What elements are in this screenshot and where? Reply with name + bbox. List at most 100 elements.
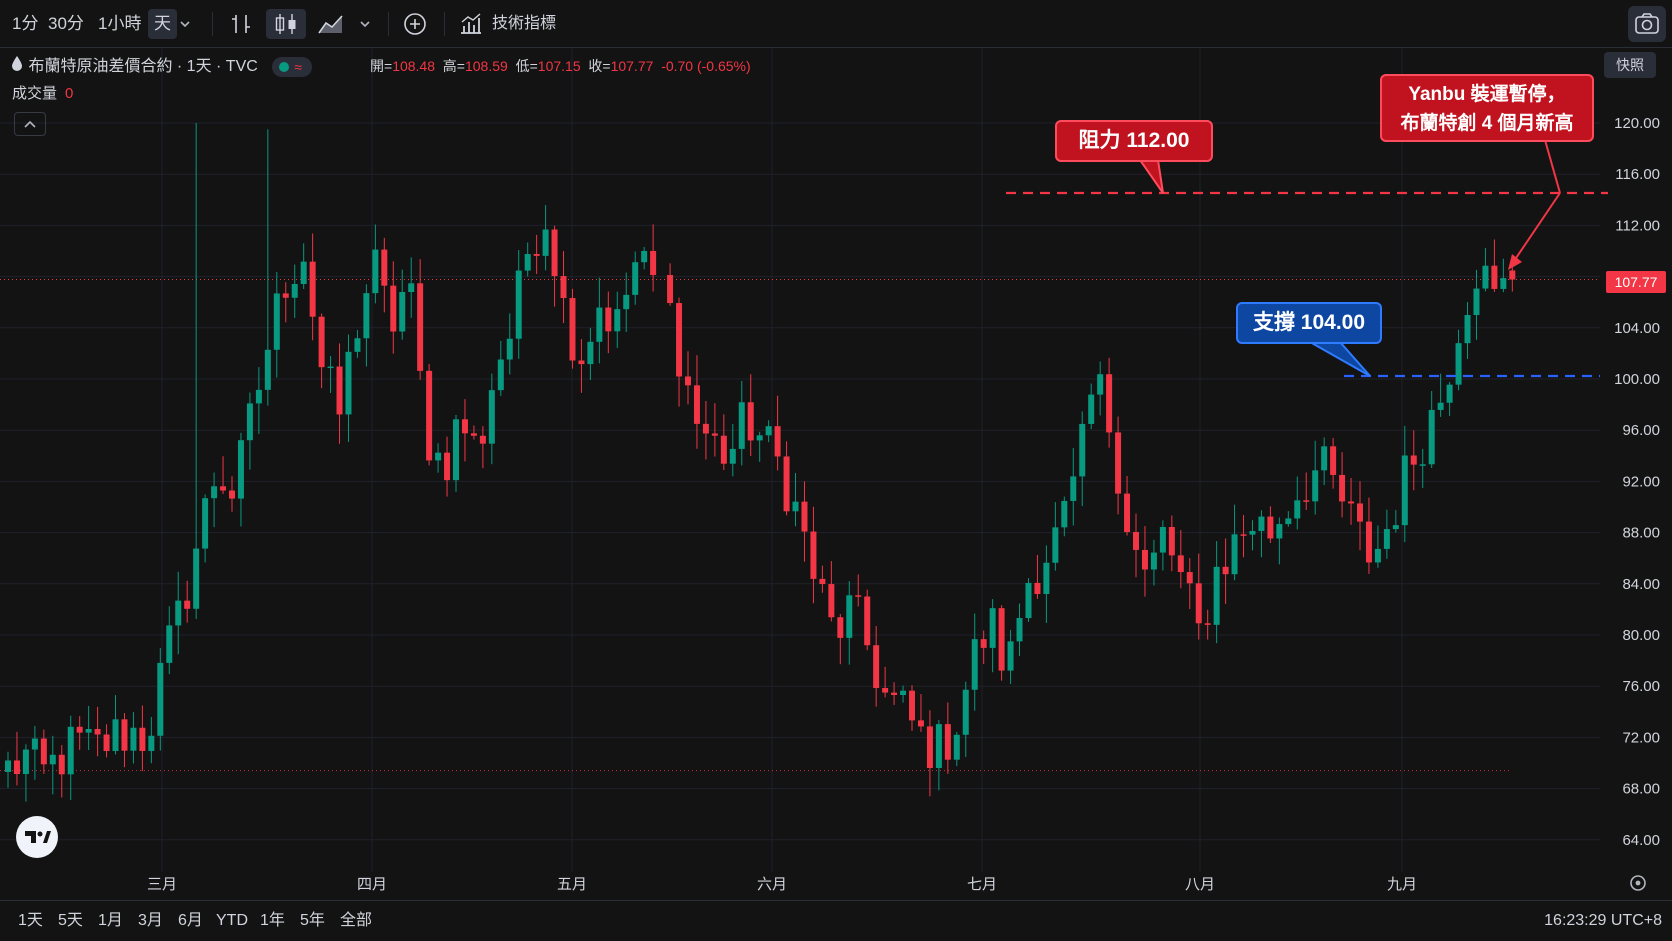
candle-body (1339, 474, 1346, 502)
candle-body (1482, 265, 1489, 289)
candle-body (864, 596, 871, 646)
candlestick-series (5, 123, 1516, 802)
indicators-button[interactable]: 技術指標 (486, 9, 562, 39)
range-5d-button[interactable]: 5天 (58, 911, 83, 931)
candle-body (1401, 455, 1408, 526)
bar-chart-type-icon[interactable] (224, 9, 258, 39)
candle-body (720, 435, 727, 464)
candle-body (1141, 549, 1148, 570)
candle-body (121, 719, 128, 751)
range-all-button[interactable]: 全部 (340, 911, 372, 931)
range-1y-button[interactable]: 1年 (260, 911, 285, 931)
range-6m-button[interactable]: 6月 (178, 911, 203, 931)
candle-body (372, 249, 379, 294)
candle-body (1437, 402, 1444, 410)
candle-body (971, 639, 978, 690)
candle-body (1258, 516, 1265, 531)
candle-body (944, 724, 951, 760)
candle-body (166, 625, 173, 663)
candle-body (1491, 265, 1498, 289)
news-callout-line-1: Yanbu 裝運暫停， (1408, 84, 1566, 105)
volume-legend: 成交量 0 (12, 84, 73, 104)
resistance-callout-pointer (1138, 159, 1164, 194)
candle-body (1240, 534, 1247, 536)
interval-30m-button[interactable]: 30分 (42, 9, 90, 39)
candle-body (542, 229, 549, 256)
candle-body (1016, 618, 1023, 642)
support-callout[interactable]: 支撐 104.00 (1236, 302, 1382, 344)
price-tick-label: 84.00 (1622, 576, 1660, 593)
candle-body (264, 349, 271, 390)
candle-body (479, 435, 486, 444)
candle-body (1070, 476, 1077, 501)
news-arrow-stem (1544, 139, 1561, 194)
chart-type-dropdown-chevron-icon[interactable] (354, 9, 376, 39)
candle-body (891, 692, 898, 696)
utc-clock[interactable]: 16:23:29 UTC+8 (1544, 911, 1662, 931)
axis-settings-gear-icon[interactable] (1630, 875, 1646, 891)
news-callout[interactable]: Yanbu 裝運暫停， 布蘭特創 4 個月新高 (1380, 74, 1594, 142)
volume-label[interactable]: 成交量 (12, 85, 57, 102)
interval-1d-button[interactable]: 天 (148, 9, 177, 39)
price-chart[interactable]: 64.00 68.00 72.00 76.00 80.00 84.00 88.00 92.00… (0, 48, 1672, 900)
range-ytd-button[interactable]: YTD (216, 911, 248, 931)
news-arrow-head (1508, 254, 1522, 270)
candle-body (873, 645, 880, 689)
candle-body (139, 727, 146, 751)
candle-body (632, 262, 639, 295)
last-price-tag: 107.77 (1606, 271, 1666, 293)
interval-dropdown-chevron-icon[interactable] (174, 9, 196, 39)
candle-body (1177, 555, 1184, 573)
candle-body (1348, 501, 1355, 504)
snapshot-button[interactable]: 快照 (1604, 52, 1656, 78)
range-5y-button[interactable]: 5年 (300, 911, 325, 931)
candle-body (1097, 374, 1104, 395)
candle-body (1043, 562, 1050, 594)
symbol-title[interactable]: 布蘭特原油差價合約 · 1天 · TVC (28, 58, 257, 75)
gear-hub (1635, 880, 1641, 886)
interval-1m-button[interactable]: 1分 (6, 9, 44, 39)
price-axis[interactable]: 64.00 68.00 72.00 76.00 80.00 84.00 88.00 92.00… (1614, 115, 1660, 849)
candle-body (962, 689, 969, 735)
candle-body (1285, 518, 1292, 525)
collapse-legend-button[interactable] (14, 112, 46, 136)
camera-icon[interactable] (1628, 6, 1666, 42)
candlestick-chart-type-icon[interactable] (266, 9, 306, 39)
candle-body (551, 229, 558, 277)
candle-body (1509, 270, 1516, 280)
candle-body (614, 309, 621, 332)
candle-body (327, 366, 334, 369)
candle-body (1115, 432, 1122, 494)
candle-body (130, 727, 137, 751)
range-3m-button[interactable]: 3月 (138, 911, 163, 931)
top-toolbar: 1分 30分 1小時 天 技術指標 (0, 0, 1672, 48)
candle-body (711, 433, 718, 436)
market-status-badge[interactable]: ≈ (272, 57, 313, 77)
close-label: 收= (588, 58, 611, 74)
candle-body (202, 498, 209, 549)
candle-body (693, 385, 700, 424)
candle-body (488, 390, 495, 444)
add-comparison-plus-icon[interactable] (398, 9, 432, 39)
price-tick-label: 112.00 (1615, 217, 1660, 234)
tradingview-logo[interactable] (16, 816, 58, 858)
candle-body (783, 456, 790, 512)
price-tick-label: 100.00 (1614, 371, 1660, 388)
candle-body (309, 261, 316, 317)
range-1d-button[interactable]: 1天 (18, 911, 43, 931)
candle-body (1213, 566, 1220, 625)
candle-body (533, 254, 540, 256)
candle-body (282, 293, 289, 298)
area-chart-type-icon[interactable] (314, 9, 348, 39)
month-tick-label: 七月 (967, 876, 997, 893)
candle-body (67, 726, 74, 775)
interval-1h-button[interactable]: 1小時 (92, 9, 147, 39)
resistance-callout[interactable]: 阻力 112.00 (1055, 120, 1213, 162)
time-axis[interactable]: 三月 四月 五月 六月 七月 八月 九月 (147, 875, 1646, 893)
range-1m-button[interactable]: 1月 (98, 911, 123, 931)
candle-body (1374, 548, 1381, 563)
candle-body (1294, 500, 1301, 519)
candle-body (1133, 532, 1139, 550)
indicators-icon[interactable] (456, 9, 486, 39)
candle-body (390, 285, 397, 332)
